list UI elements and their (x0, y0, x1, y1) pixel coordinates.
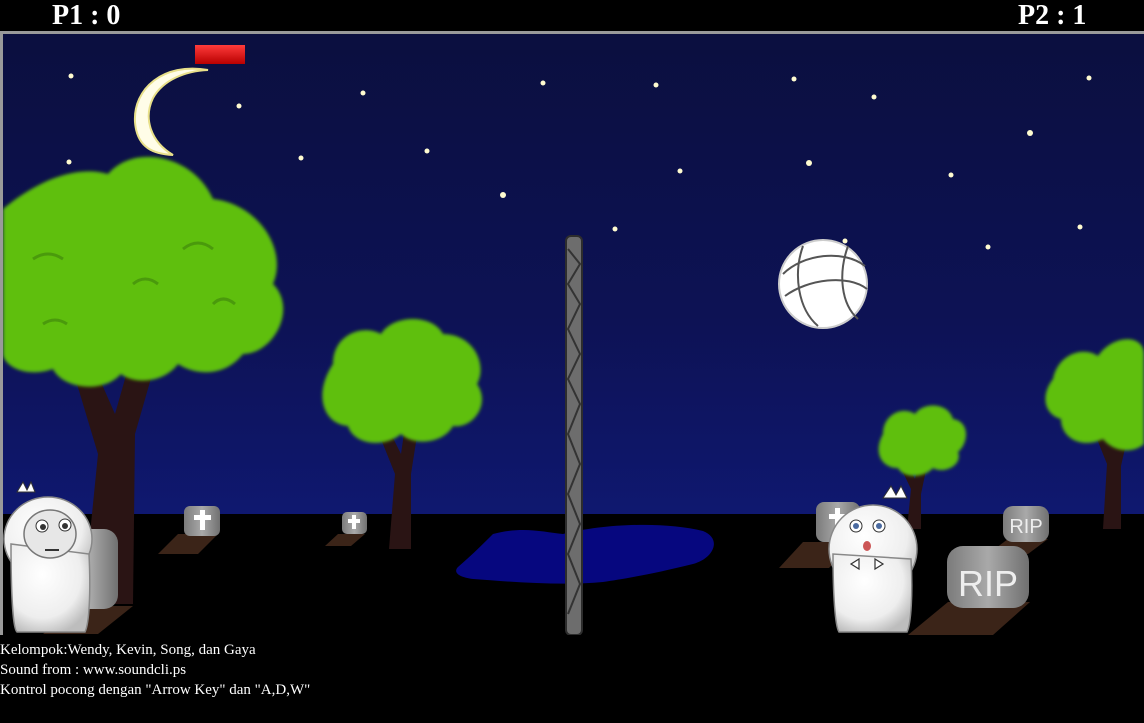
credits-sound: Sound from : www.soundcli.ps (0, 662, 187, 678)
player1-score: P1 : 0 (52, 0, 121, 31)
volleyball (778, 239, 868, 329)
net-post (565, 235, 583, 635)
power-bar (195, 45, 245, 64)
credits: Kelompok:Wendy, Kevin, Song, dan Gaya So… (0, 640, 310, 700)
credits-controls: Kontrol pocong dengan "Arrow Key" dan "A… (0, 682, 311, 698)
credits-team: Kelompok:Wendy, Kevin, Song, dan Gaya (0, 642, 256, 658)
game-canvas[interactable]: RIP RIP (3, 34, 1144, 635)
tombstone-rip-small-text: RIP (1009, 516, 1042, 538)
player2-score: P2 : 1 (1018, 0, 1087, 31)
score-bar: P1 : 0 P2 : 1 (0, 0, 1144, 31)
tombstone-rip-large-text: RIP (958, 563, 1018, 604)
